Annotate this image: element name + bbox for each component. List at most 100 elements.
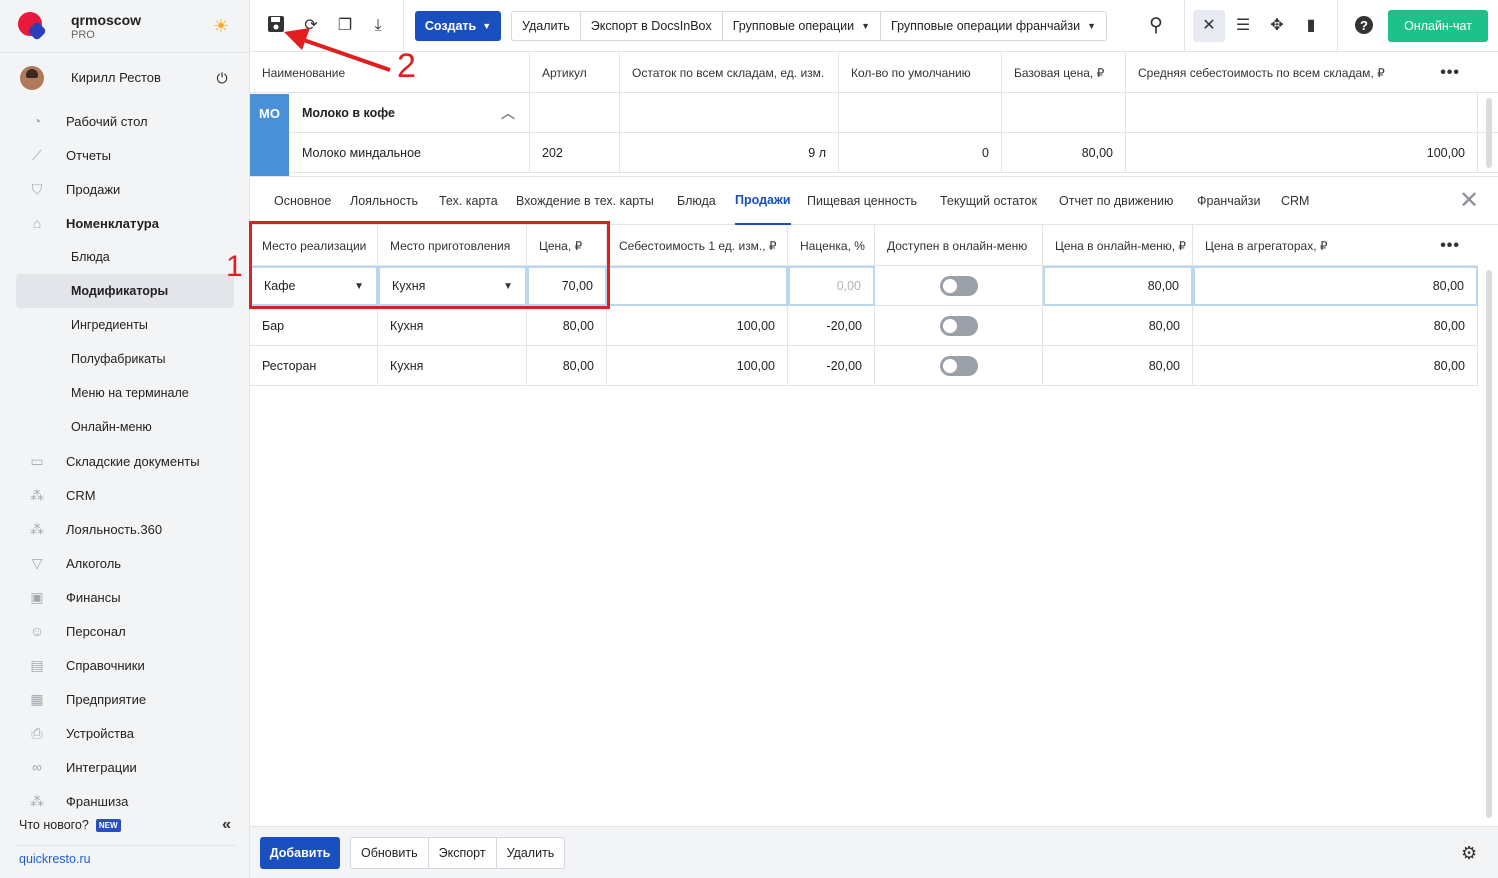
whats-new[interactable]: Что нового? NEW « — [19, 816, 231, 834]
online-available-toggle[interactable] — [939, 356, 978, 376]
more-icon[interactable]: ••• — [1440, 64, 1460, 82]
sidebar-item-label: Продажи — [66, 181, 121, 197]
tab-crm[interactable]: CRM — [1281, 177, 1309, 225]
list-icon[interactable]: ☰ — [1232, 15, 1254, 37]
quickresto-logo — [18, 12, 47, 41]
tab-nutrition[interactable]: Пищевая ценность — [807, 177, 917, 225]
col-header-markup[interactable]: Наценка, % — [788, 225, 875, 266]
divider — [403, 0, 404, 52]
export-button[interactable]: Экспорт — [429, 838, 497, 868]
scrollbar[interactable] — [1486, 98, 1492, 168]
sidebar-item-nomenclature[interactable]: ⌂ Номенклатура — [0, 206, 250, 240]
online-available-toggle[interactable] — [939, 276, 978, 296]
aggregator-price: 80,00 — [1193, 346, 1478, 386]
site-link[interactable]: quickresto.ru — [19, 852, 91, 866]
sidebar-subitem-dishes[interactable]: Блюда — [0, 240, 250, 274]
online-available-toggle[interactable] — [939, 316, 978, 336]
item-stock: 9 л — [620, 133, 839, 173]
online-price: 80,00 — [1043, 306, 1193, 346]
delete-row-button[interactable]: Удалить — [497, 838, 565, 868]
sidebar-item-dashboard[interactable]: ◔ Рабочий стол — [0, 104, 250, 138]
settings-sliders-icon[interactable]: ⚙ — [1461, 843, 1477, 864]
sidebar-item-crm[interactable]: ⁂ CRM — [0, 478, 250, 512]
tab-tech-card-usage[interactable]: Вхождение в тех. карты — [516, 177, 654, 225]
aggregator-price: 80,00 — [1193, 306, 1478, 346]
tab-franchisees[interactable]: Франчайзи — [1197, 177, 1260, 225]
sidebar-item-alcohol[interactable]: ▽ Алкоголь — [0, 546, 250, 580]
col-header-article[interactable]: Артикул — [530, 53, 620, 93]
add-button[interactable]: Добавить — [260, 837, 340, 869]
col-header-unit-cost[interactable]: Себестоимость 1 ед. изм., ₽ — [607, 225, 788, 266]
warehouse-icon: ▭ — [30, 453, 44, 469]
sidebar-item-integrations[interactable]: ∞ Интеграции — [0, 750, 250, 784]
trash-icon[interactable]: ▮ — [1300, 15, 1322, 37]
power-icon[interactable]: ⏻ — [214, 70, 230, 86]
sidebar-item-devices[interactable]: ⎙ Устройства — [0, 716, 250, 750]
sidebar-subitem-semifinished[interactable]: Полуфабрикаты — [0, 342, 250, 376]
table-row[interactable]: Ресторан Кухня 80,00 100,00 -20,00 80,00… — [250, 346, 1478, 386]
sidebar-subitem-modifiers[interactable]: Модификаторы — [16, 274, 234, 308]
scrollbar[interactable] — [1486, 270, 1492, 818]
sidebar-item-finance[interactable]: ▣ Финансы — [0, 580, 250, 614]
sidebar-item-label: Лояльность.360 — [66, 521, 163, 537]
markup: -20,00 — [788, 346, 875, 386]
user-profile[interactable]: Кирилл Рестов ⏻ — [0, 52, 249, 102]
export-docsinbox-button[interactable]: Экспорт в DocsInBox — [581, 12, 723, 40]
tab-main[interactable]: Основное — [274, 177, 331, 225]
group-row[interactable]: Молоко в кофе ︿ — [250, 93, 1498, 133]
refresh-button[interactable]: Обновить — [351, 838, 429, 868]
markup-input[interactable]: 0,00 — [788, 266, 875, 306]
new-badge: NEW — [95, 818, 121, 832]
col-header-aggregator-price[interactable]: Цена в агрегаторах, ₽ ••• — [1193, 225, 1478, 266]
group-operations-franchise-button[interactable]: Групповые операции франчайзи ▼ — [881, 12, 1106, 40]
tab-loyalty[interactable]: Лояльность — [350, 177, 418, 225]
more-icon[interactable]: ••• — [1440, 237, 1460, 255]
create-button[interactable]: Создать ▼ — [415, 11, 501, 41]
group-operations-button[interactable]: Групповые операции ▼ — [723, 12, 882, 40]
sidebar-item-loyalty[interactable]: ⁂ Лояльность.360 — [0, 512, 250, 546]
caret-down-icon: ▼ — [861, 21, 871, 31]
sidebar-subitem-ingredients[interactable]: Ингредиенты — [0, 308, 250, 342]
tab-sales[interactable]: Продажи — [735, 177, 791, 225]
tab-movement-report[interactable]: Отчет по движению — [1059, 177, 1173, 225]
delete-button[interactable]: Удалить — [512, 12, 581, 40]
online-chat-button[interactable]: Онлайн-чат — [1388, 10, 1488, 42]
online-price-input[interactable]: 80,00 — [1043, 266, 1193, 306]
col-header-avg-cost[interactable]: Средняя себестоимость по всем складам, ₽… — [1126, 53, 1478, 93]
sidebar-item-enterprise[interactable]: ▦ Предприятие — [0, 682, 250, 716]
col-header-base-price[interactable]: Базовая цена, ₽ — [1002, 53, 1126, 93]
sidebar-item-staff[interactable]: ☺ Персонал — [0, 614, 250, 648]
close-icon[interactable]: ✕ — [1459, 189, 1479, 213]
chevron-up-icon[interactable]: ︿ — [501, 103, 515, 123]
col-header-online-price[interactable]: Цена в онлайн-меню, ₽ — [1043, 225, 1193, 266]
unit-cost-input[interactable] — [607, 266, 788, 306]
sidebar-subitem-online-menu[interactable]: Онлайн-меню — [0, 410, 250, 444]
group-badge: МО — [250, 94, 289, 176]
sidebar-item-warehouse[interactable]: ▭ Складские документы — [0, 444, 250, 478]
move-icon[interactable]: ✥ — [1266, 15, 1288, 37]
tools-icon[interactable]: ✕ — [1198, 15, 1220, 37]
sidebar-item-label: Интеграции — [66, 759, 137, 775]
sidebar-subitem-terminal-menu[interactable]: Меню на терминале — [0, 376, 250, 410]
aggregator-price-input[interactable]: 80,00 — [1193, 266, 1478, 306]
col-header-avg-cost-label: Средняя себестоимость по всем складам, ₽ — [1138, 66, 1385, 80]
collapse-sidebar-icon[interactable]: « — [222, 816, 231, 834]
sidebar-nav: ◔ Рабочий стол ⟋ Отчеты ⛉ Продажи ⌂ Номенкла… — [0, 104, 250, 818]
tab-current-stock[interactable]: Текущий остаток — [940, 177, 1037, 225]
online-price: 80,00 — [1043, 346, 1193, 386]
brand-plan: PRO — [71, 28, 95, 41]
search-icon[interactable]: ⚲ — [1145, 15, 1167, 37]
col-header-stock[interactable]: Остаток по всем складам, ед. изм. — [620, 53, 839, 93]
tab-dishes[interactable]: Блюда — [677, 177, 716, 225]
table-row[interactable]: Молоко миндальное 202 9 л 0 80,00 100,00 — [250, 133, 1498, 173]
sidebar-item-references[interactable]: ▤ Справочники — [0, 648, 250, 682]
tab-tech-card[interactable]: Тех. карта — [439, 177, 498, 225]
sidebar-item-franchise[interactable]: ⁂ Франшиза — [0, 784, 250, 818]
help-icon[interactable]: ? — [1353, 15, 1375, 37]
sidebar-item-reports[interactable]: ⟋ Отчеты — [0, 138, 250, 172]
col-header-online-available[interactable]: Доступен в онлайн-меню — [875, 225, 1043, 266]
sun-icon[interactable]: ☀ — [211, 16, 231, 36]
table-row[interactable]: Бар Кухня 80,00 100,00 -20,00 80,00 80,0… — [250, 306, 1478, 346]
sidebar-item-sales[interactable]: ⛉ Продажи — [0, 172, 250, 206]
col-header-default-qty[interactable]: Кол-во по умолчанию — [839, 53, 1002, 93]
